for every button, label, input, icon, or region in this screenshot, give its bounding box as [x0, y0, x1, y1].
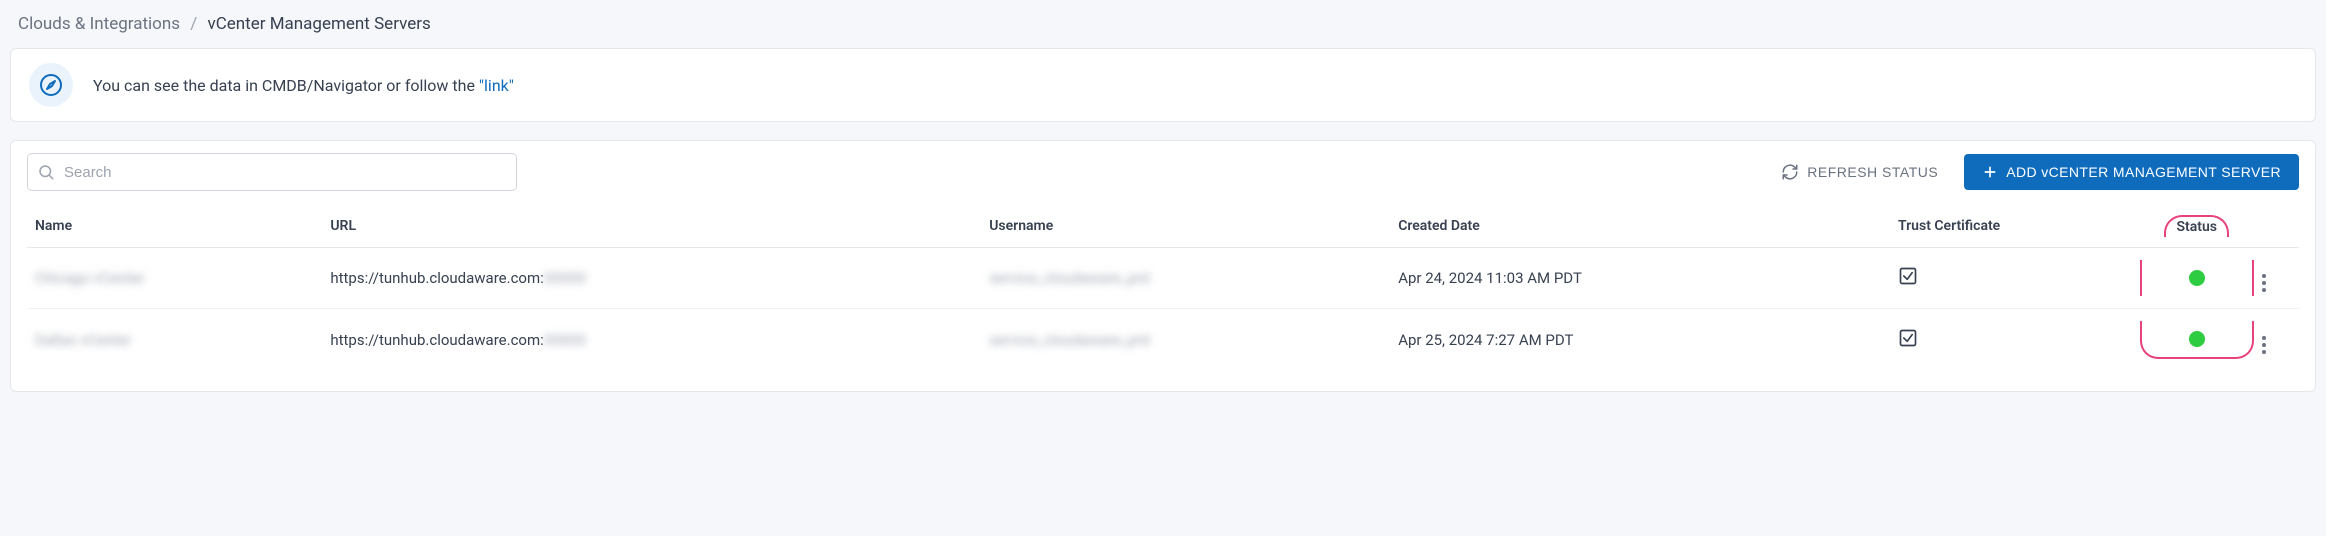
- col-status-header[interactable]: Status: [2140, 203, 2254, 248]
- cell-url: https://tunhub.cloudaware.com:00000: [322, 309, 981, 372]
- cell-trust: [1890, 248, 2140, 309]
- compass-icon: [29, 63, 73, 107]
- main-panel: REFRESH STATUS ADD vCENTER MANAGEMENT SE…: [10, 140, 2316, 392]
- refresh-status-button[interactable]: REFRESH STATUS: [1771, 157, 1948, 187]
- refresh-label: REFRESH STATUS: [1807, 164, 1938, 180]
- add-label: ADD vCENTER MANAGEMENT SERVER: [2006, 164, 2281, 180]
- add-server-button[interactable]: ADD vCENTER MANAGEMENT SERVER: [1964, 154, 2299, 190]
- col-created-header[interactable]: Created Date: [1390, 203, 1890, 248]
- col-username-header[interactable]: Username: [981, 203, 1390, 248]
- cell-name[interactable]: Chicago vCenter: [35, 269, 145, 287]
- refresh-icon: [1781, 163, 1799, 181]
- col-name-header[interactable]: Name: [27, 203, 322, 248]
- cell-trust: [1890, 309, 2140, 372]
- search-input[interactable]: [27, 153, 517, 191]
- info-text: You can see the data in CMDB/Navigator o…: [93, 76, 514, 95]
- status-ok-icon: [2189, 270, 2205, 286]
- table-row: Chicago vCenter https://tunhub.cloudawar…: [27, 248, 2299, 309]
- cell-username: service_cloudaware_prd: [989, 331, 1149, 349]
- breadcrumb-separator: /: [190, 14, 197, 34]
- info-banner: You can see the data in CMDB/Navigator o…: [10, 48, 2316, 122]
- checkbox-checked-icon: [1898, 266, 1918, 286]
- cell-created: Apr 24, 2024 11:03 AM PDT: [1390, 248, 1890, 309]
- row-actions-menu[interactable]: [2262, 274, 2266, 292]
- col-actions-header: [2254, 203, 2299, 248]
- breadcrumb-current: vCenter Management Servers: [207, 14, 430, 34]
- status-ok-icon: [2189, 331, 2205, 347]
- table-header-row: Name URL Username Created Date Trust Cer…: [27, 203, 2299, 248]
- search-wrap: [27, 153, 517, 191]
- checkbox-checked-icon: [1898, 328, 1918, 348]
- table-row: Dallas vCenter https://tunhub.cloudaware…: [27, 309, 2299, 372]
- col-url-header[interactable]: URL: [322, 203, 981, 248]
- plus-icon: [1982, 164, 1998, 180]
- info-link[interactable]: "link": [479, 76, 514, 95]
- toolbar: REFRESH STATUS ADD vCENTER MANAGEMENT SE…: [27, 153, 2299, 191]
- row-actions-menu[interactable]: [2262, 336, 2266, 354]
- search-icon: [37, 163, 55, 181]
- breadcrumb-parent[interactable]: Clouds & Integrations: [18, 14, 180, 34]
- cell-username: service_cloudaware_prd: [989, 269, 1149, 287]
- cell-url: https://tunhub.cloudaware.com:00000: [322, 248, 981, 309]
- servers-table: Name URL Username Created Date Trust Cer…: [27, 203, 2299, 371]
- cell-name[interactable]: Dallas vCenter: [35, 331, 131, 349]
- col-trust-header[interactable]: Trust Certificate: [1890, 203, 2140, 248]
- breadcrumb: Clouds & Integrations / vCenter Manageme…: [10, 10, 2316, 48]
- cell-created: Apr 25, 2024 7:27 AM PDT: [1390, 309, 1890, 372]
